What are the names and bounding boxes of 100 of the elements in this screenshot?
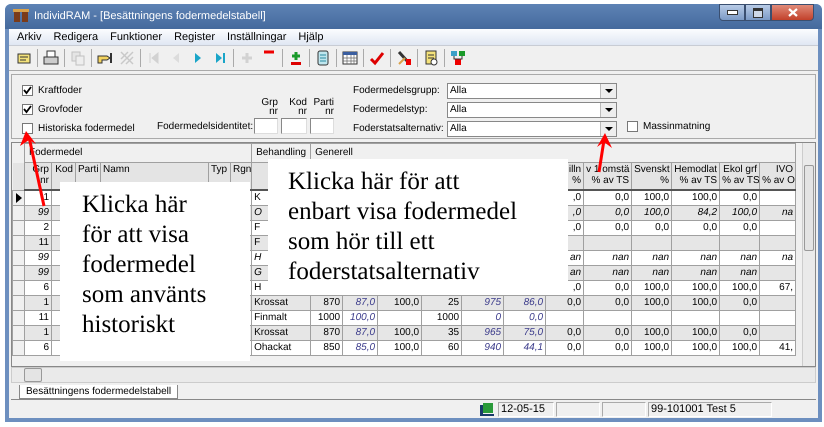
- calendar-icon: [342, 50, 358, 66]
- table-cell: 0,0: [615, 222, 630, 234]
- table-cell: 0,0: [567, 297, 582, 308]
- table-cell: nan: [700, 267, 718, 278]
- copy-icon: [70, 50, 86, 66]
- table-cell: 99: [38, 207, 49, 218]
- menu-item[interactable]: Register: [174, 31, 216, 44]
- input-field[interactable]: [254, 118, 278, 134]
- table-cell: 1: [43, 297, 49, 308]
- table-cell: Krossat: [254, 327, 288, 338]
- table-cell: 940: [484, 342, 502, 354]
- window-title: IndividRAM - [Besättningens fodermedelstabell]: [34, 10, 267, 22]
- table-cell: 100,0: [350, 312, 376, 324]
- table-cell: nan: [612, 267, 630, 278]
- dropdown-label: Foderstatsalternativ:: [353, 123, 445, 134]
- table-cell: 1000: [436, 312, 460, 324]
- checkbox[interactable]: [22, 104, 33, 116]
- dropdown-label: Fodermedelsgrupp:: [353, 85, 441, 96]
- callout-text: Klicka här för att enbart visa fodermedel som hör till ett foderstatsalternativ: [288, 167, 518, 288]
- table-cell: O: [254, 207, 262, 218]
- table-cell: 75,0: [524, 327, 544, 338]
- menu-item[interactable]: Redigera: [53, 31, 98, 44]
- remove-icon: [261, 50, 277, 54]
- dropdown-label: Fodermedelstyp:: [353, 104, 428, 116]
- table-cell: 0,0: [529, 312, 544, 324]
- table-cell: Krossat: [254, 297, 288, 308]
- checkbox-label[interactable]: Massinmatning: [643, 121, 710, 132]
- table-cell: 100,0: [644, 282, 670, 294]
- document-icon: [423, 50, 439, 66]
- checkbox-label[interactable]: Grovfoder: [38, 104, 82, 116]
- close-icon: [788, 8, 798, 17]
- table-cell: 11: [38, 312, 49, 324]
- close-button[interactable]: [771, 4, 814, 21]
- table-cell: 100,0: [692, 327, 718, 338]
- checkbox-label[interactable]: Kraftfoder: [38, 85, 82, 96]
- table-cell: 67,: [779, 282, 794, 294]
- table-cell: nan: [652, 252, 670, 264]
- status-panel: [556, 402, 600, 417]
- table-cell: 100,0: [692, 297, 718, 308]
- field-label: Kod nr: [288, 98, 307, 116]
- table-cell: 100,0: [732, 282, 758, 294]
- table-cell: 0,0: [703, 222, 718, 234]
- dropdown[interactable]: Alla: [447, 102, 617, 118]
- menu-item[interactable]: Arkiv: [17, 31, 42, 44]
- table-cell: 87,0: [356, 297, 376, 308]
- checkbox[interactable]: [627, 121, 638, 132]
- checkbox[interactable]: [22, 123, 33, 134]
- field-label: Grp nr: [260, 98, 278, 116]
- table-cell: 0,0: [743, 192, 758, 204]
- table-cell: 100,0: [692, 192, 718, 204]
- table-cell: nan: [740, 252, 758, 264]
- menu-item[interactable]: Hjälp: [298, 31, 324, 44]
- table-cell: 0,0: [615, 192, 630, 204]
- horizontal-scrollbar[interactable]: [11, 367, 816, 384]
- table-cell: 870: [323, 297, 340, 308]
- table-cell: 99: [38, 252, 49, 264]
- dropdown[interactable]: Alla: [447, 120, 617, 137]
- table-cell: 100,0: [692, 342, 718, 354]
- table-cell: 100,0: [644, 297, 670, 308]
- table-cell: nan: [700, 252, 718, 264]
- dropdown[interactable]: Alla: [447, 82, 617, 99]
- table-cell: H: [254, 252, 262, 264]
- field-label: Fodermedelsidentitet:: [157, 120, 254, 132]
- table-cell: 84,2: [698, 207, 718, 218]
- checkmark-icon: [369, 50, 385, 66]
- status-panel: [602, 402, 646, 417]
- menu-item[interactable]: Inställningar: [227, 31, 286, 44]
- vertical-scrollbar[interactable]: [802, 143, 815, 366]
- table-cell: F: [254, 237, 260, 248]
- checkbox[interactable]: [22, 85, 33, 96]
- table-cell: H: [254, 282, 262, 294]
- callout-text: Klicka här för att visa fodermedel som använts historiskt: [82, 190, 208, 340]
- network-icon: [450, 50, 466, 66]
- input-field[interactable]: [310, 118, 334, 134]
- table-cell: 0,0: [615, 282, 630, 294]
- checkbox-label[interactable]: Historiska fodermedel: [38, 123, 135, 134]
- table-cell: 99: [38, 267, 49, 278]
- table-cell: na: [782, 252, 794, 264]
- table-cell: ,0: [572, 282, 582, 294]
- printer-icon: [43, 50, 59, 66]
- maximize-button[interactable]: [745, 4, 771, 21]
- table-cell: 100,0: [732, 342, 758, 354]
- column-header: Hemodlat % av TS: [672, 162, 720, 190]
- status-date: 12-05-15: [498, 402, 554, 417]
- minimize-button[interactable]: [719, 4, 745, 21]
- table-cell: Finmalt: [254, 312, 287, 324]
- table-cell: 0: [496, 312, 502, 324]
- table-cell: 60: [448, 342, 460, 354]
- app-icon: [13, 9, 29, 24]
- pattern-icon: [119, 50, 135, 66]
- input-field[interactable]: [281, 118, 307, 134]
- table-cell: 2: [43, 222, 49, 234]
- table-cell: 86,0: [524, 297, 544, 308]
- table-cell: an: [570, 267, 582, 278]
- column-header: IVO % av O: [760, 162, 796, 190]
- table-cell: na: [782, 207, 794, 218]
- tab[interactable]: Besättningens fodermedelstabell: [19, 385, 178, 400]
- menu-item[interactable]: Funktioner: [110, 31, 162, 44]
- column-group-header: Generell: [310, 144, 796, 163]
- table-cell: 0,0: [615, 207, 630, 218]
